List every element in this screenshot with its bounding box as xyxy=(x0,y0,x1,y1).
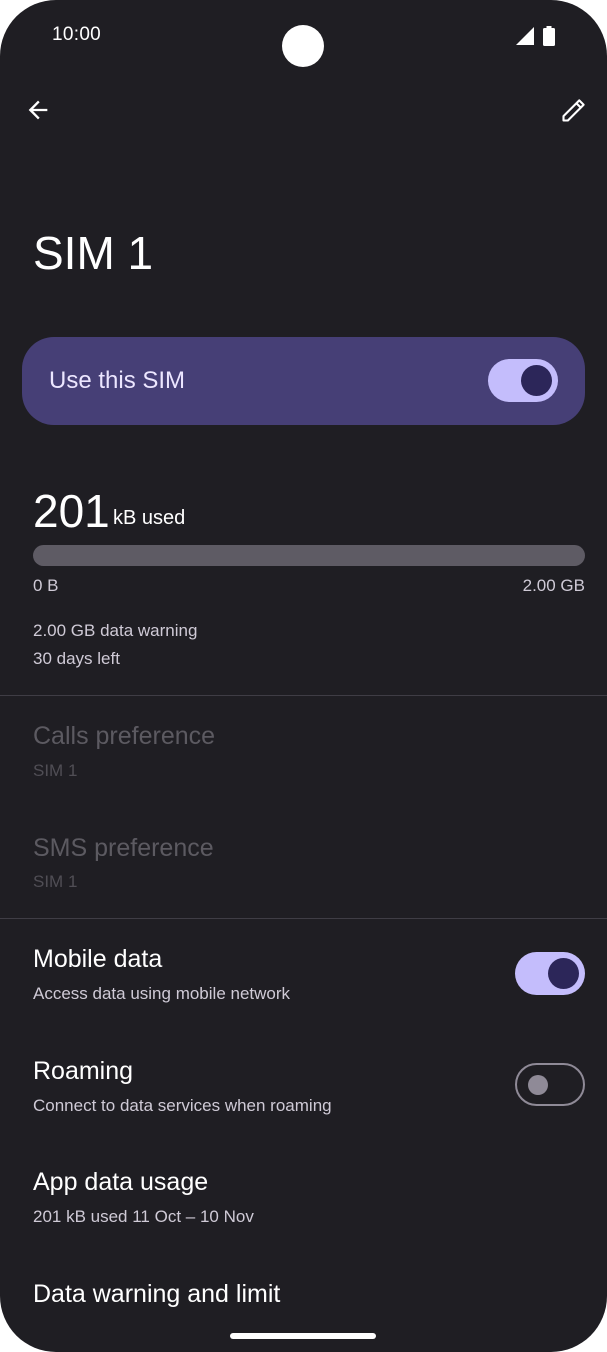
navigation-handle[interactable] xyxy=(230,1333,376,1339)
data-warning-text: 2.00 GB data warning xyxy=(33,621,198,640)
use-this-sim-card[interactable]: Use this SIM xyxy=(22,337,585,425)
days-left-text: 30 days left xyxy=(33,649,120,668)
use-this-sim-toggle[interactable] xyxy=(488,359,558,402)
data-usage-amount: 201 xyxy=(33,485,110,537)
divider xyxy=(0,918,607,919)
sms-preference-title: SMS preference xyxy=(33,834,214,862)
arrow-back-icon[interactable] xyxy=(24,96,52,124)
signal-icon xyxy=(516,27,534,45)
mobile-data-subtitle: Access data using mobile network xyxy=(33,984,291,1003)
sms-preference-value: SIM 1 xyxy=(33,872,78,891)
mobile-data-title: Mobile data xyxy=(33,945,163,973)
calls-preference-value: SIM 1 xyxy=(33,761,78,780)
calls-preference-title: Calls preference xyxy=(33,722,216,750)
status-bar: 10:00 xyxy=(0,0,607,72)
data-warning-limit-title: Data warning and limit xyxy=(33,1280,281,1308)
usage-bar-min-label: 0 B xyxy=(33,576,59,595)
phone-screen: 10:00 SIM 1 Use this SIM 201 kB used 0 B… xyxy=(0,0,607,1352)
camera-cutout xyxy=(282,25,324,67)
mobile-data-toggle[interactable] xyxy=(515,952,585,995)
data-usage-bar xyxy=(33,545,585,566)
app-data-usage-subtitle: 201 kB used 11 Oct – 10 Nov xyxy=(33,1207,254,1226)
divider xyxy=(0,695,607,696)
status-time: 10:00 xyxy=(52,24,102,45)
page-title: SIM 1 xyxy=(33,227,154,279)
usage-bar-max-label: 2.00 GB xyxy=(522,576,585,595)
roaming-toggle[interactable] xyxy=(515,1063,585,1106)
toggle-knob xyxy=(521,365,552,396)
pencil-icon[interactable] xyxy=(560,96,588,124)
data-usage-unit: kB used xyxy=(113,507,186,529)
app-data-usage-title: App data usage xyxy=(33,1168,209,1196)
roaming-subtitle: Connect to data services when roaming xyxy=(33,1096,332,1115)
battery-icon xyxy=(543,26,555,46)
toggle-knob xyxy=(548,958,579,989)
toggle-knob xyxy=(528,1075,548,1095)
roaming-title: Roaming xyxy=(33,1057,134,1085)
use-this-sim-label: Use this SIM xyxy=(49,367,186,394)
